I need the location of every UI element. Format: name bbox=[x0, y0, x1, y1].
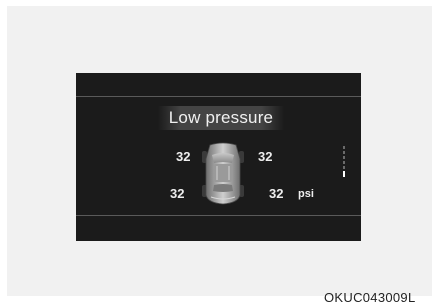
tire-pressure-front-right: 32 bbox=[258, 149, 273, 164]
bottom-divider bbox=[76, 215, 361, 216]
image-code: OKUC043009L bbox=[324, 290, 416, 304]
top-divider bbox=[76, 96, 361, 97]
tire-pressure-front-left: 32 bbox=[176, 149, 191, 164]
tire-pressure-rear-left: 32 bbox=[170, 186, 185, 201]
vertical-level-gauge-icon bbox=[343, 146, 345, 177]
tire-pressure-rear-right: 32 bbox=[269, 186, 284, 201]
warning-title: Low pressure bbox=[168, 108, 274, 127]
pressure-unit: psi bbox=[298, 188, 314, 200]
cluster-display: Low pressure 32 32 32 32 psi bbox=[76, 73, 361, 241]
car-top-view-icon bbox=[202, 142, 244, 205]
